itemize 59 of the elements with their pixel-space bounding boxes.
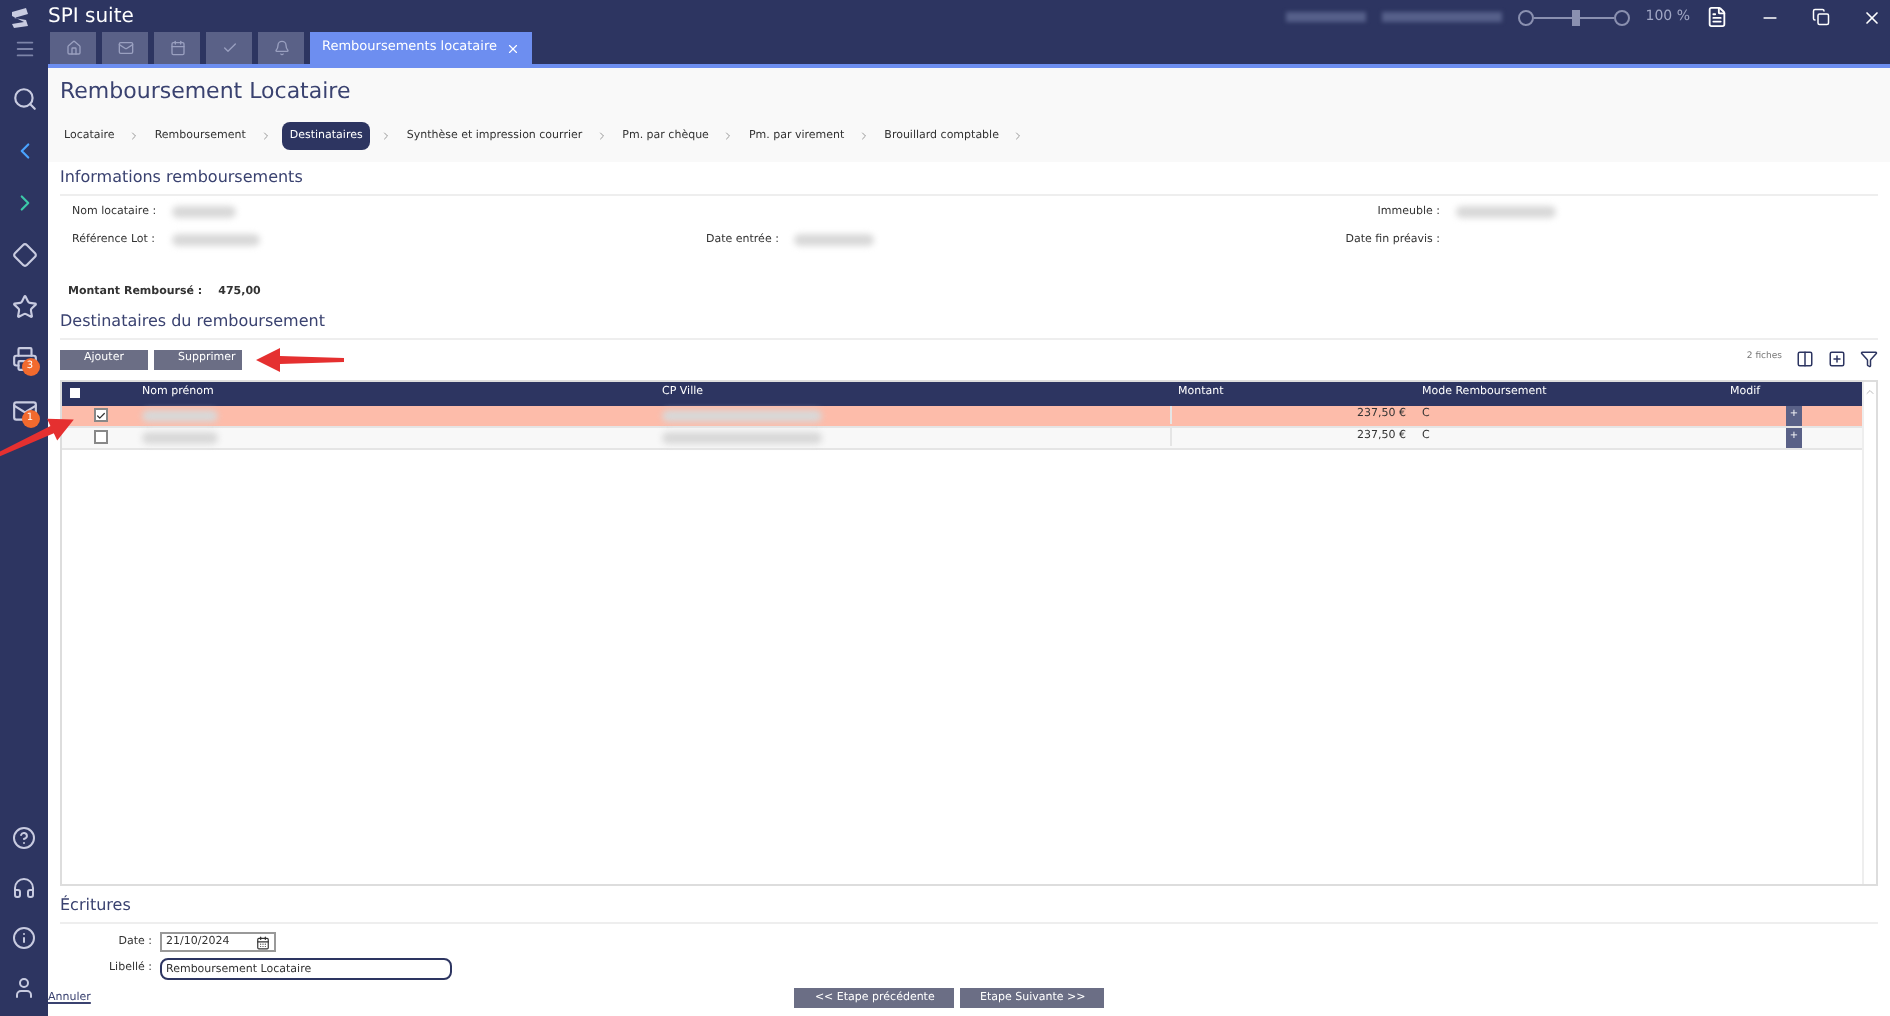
chevron-right-icon <box>128 129 141 142</box>
zoom-in-icon[interactable] <box>1613 9 1630 25</box>
pointer-arrow <box>256 343 344 375</box>
sidebar-item[interactable] <box>11 242 37 268</box>
chevron-right-icon <box>722 129 735 142</box>
redacted-text <box>1456 205 1556 218</box>
headset-icon <box>12 876 36 900</box>
window-title: SPI suite <box>48 4 134 32</box>
row-checkbox[interactable] <box>94 430 108 444</box>
app-logo-icon <box>8 5 32 29</box>
section-heading: Informations remboursements <box>60 165 1878 196</box>
chevron-right-icon <box>596 129 609 142</box>
printer-icon <box>11 346 37 372</box>
row-checkbox[interactable] <box>94 408 108 422</box>
redacted-text <box>794 234 875 247</box>
user-icon <box>12 976 36 1000</box>
check-icon <box>221 40 237 56</box>
chevron-right-icon <box>858 129 871 142</box>
sidebar-item[interactable] <box>12 976 36 1000</box>
redacted-text <box>171 234 260 247</box>
chevron-right-icon <box>259 129 272 142</box>
check-icon <box>96 409 106 421</box>
sidebar-item[interactable] <box>12 826 36 850</box>
sidebar-item[interactable] <box>12 876 36 900</box>
close-icon[interactable] <box>1862 7 1882 27</box>
redacted-text <box>1285 12 1366 22</box>
sidebar-item[interactable] <box>11 86 37 112</box>
chevron-right-icon <box>1012 129 1025 142</box>
calendar-icon[interactable] <box>256 935 270 949</box>
zoom-out-icon[interactable] <box>1517 9 1534 25</box>
mail-icon <box>11 398 37 424</box>
mail-icon <box>117 40 133 56</box>
document-icon[interactable] <box>1706 6 1728 28</box>
calendar-icon <box>169 40 185 56</box>
redacted-text <box>1381 12 1502 22</box>
redacted-text <box>172 205 237 218</box>
redacted-text <box>142 431 218 443</box>
bell-icon <box>273 40 289 56</box>
section-heading: Écritures <box>60 894 1878 924</box>
sidebar-item[interactable] <box>12 926 36 950</box>
sidebar-item[interactable] <box>11 294 37 320</box>
page-title: Remboursement Locataire <box>60 76 353 108</box>
zoom-slider[interactable] <box>1532 9 1615 25</box>
help-icon <box>12 826 36 850</box>
chevron-right-icon <box>380 129 393 142</box>
menu-icon[interactable] <box>13 38 35 60</box>
close-tab-icon[interactable] <box>505 41 519 55</box>
info-icon <box>12 926 36 950</box>
diamond-icon <box>11 242 37 268</box>
columns-icon[interactable] <box>1796 350 1814 368</box>
section-heading: Destinataires du remboursement <box>60 309 1878 339</box>
star-icon <box>11 294 37 320</box>
redacted-text <box>142 409 218 421</box>
restore-icon[interactable] <box>1812 8 1830 26</box>
home-icon <box>65 40 81 56</box>
search-icon <box>11 86 37 112</box>
add-icon[interactable] <box>1828 350 1846 368</box>
select-all-checkbox[interactable] <box>70 388 80 398</box>
filter-icon[interactable] <box>1860 350 1878 368</box>
